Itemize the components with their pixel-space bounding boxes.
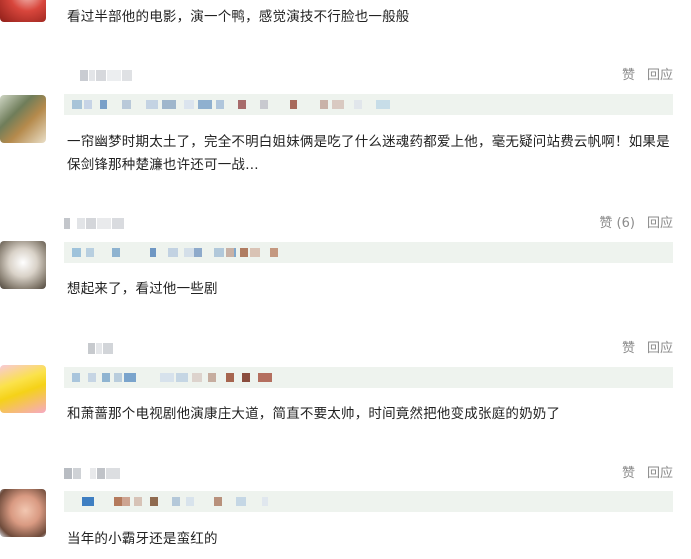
- username-redacted[interactable]: [64, 70, 144, 81]
- quoted-comment-redacted: [64, 491, 673, 512]
- avatar[interactable]: [0, 95, 46, 143]
- quoted-comment-redacted: [64, 94, 673, 115]
- avatar[interactable]: [0, 365, 46, 413]
- quoted-comment-redacted: [64, 242, 673, 263]
- quoted-comment-redacted: [64, 367, 673, 388]
- username-redacted[interactable]: [64, 468, 144, 479]
- comment-text: 想起来了，看过他一些剧: [67, 281, 218, 297]
- avatar[interactable]: [0, 489, 46, 537]
- username-redacted[interactable]: [64, 218, 144, 229]
- comment-meta: 赞 回应: [64, 339, 673, 359]
- like-button[interactable]: 赞: [622, 464, 635, 484]
- comment-meta: 赞 (6) 回应: [64, 214, 673, 234]
- comment-text: 看过半部他的电影，演一个鸭，感觉演技不行脸也一般般: [67, 9, 410, 25]
- comment-meta: 赞 回应: [64, 464, 673, 484]
- like-button[interactable]: 赞: [622, 66, 635, 86]
- comment-text: 当年的小霸牙还是蛮红的: [67, 531, 218, 547]
- like-button[interactable]: 赞: [622, 339, 635, 359]
- comment-text: 和萧蔷那个电视剧他演康庄大道，简直不要太帅，时间竟然把他变成张庭的奶奶了: [67, 406, 561, 422]
- username-redacted[interactable]: [64, 343, 144, 354]
- reply-button[interactable]: 回应: [647, 214, 673, 234]
- avatar[interactable]: [0, 241, 46, 289]
- reply-button[interactable]: 回应: [647, 464, 673, 484]
- comment-text: 一帘幽梦时期太土了，完全不明白姐妹俩是吃了什么迷魂药都爱上他，毫无疑问站费云帆啊…: [67, 134, 670, 173]
- reply-button[interactable]: 回应: [647, 339, 673, 359]
- comment-meta: 赞 回应: [64, 66, 673, 86]
- reply-button[interactable]: 回应: [647, 66, 673, 86]
- like-button[interactable]: 赞 (6): [599, 214, 635, 234]
- avatar[interactable]: [0, 0, 46, 22]
